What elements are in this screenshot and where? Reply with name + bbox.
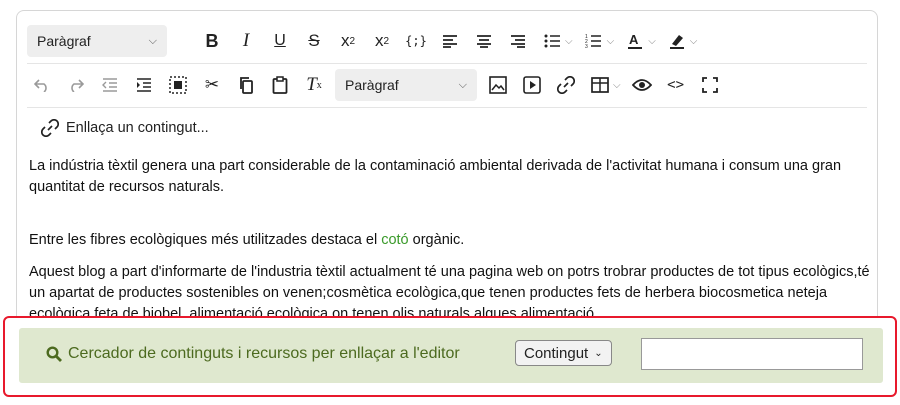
content-paragraph: La indústria tèxtil genera una part cons… <box>29 158 842 195</box>
clear-formatting-button[interactable]: Tx <box>299 70 329 100</box>
source-code-button[interactable]: <> <box>661 70 691 100</box>
chevron-down-icon[interactable]: ⌵ <box>565 36 573 47</box>
insert-link-button[interactable] <box>551 70 581 100</box>
select-all-icon <box>169 76 187 94</box>
paragraph-text: Entre les fibres ecològiques més utilitz… <box>29 232 382 248</box>
redo-button[interactable] <box>61 70 91 100</box>
search-icon <box>46 346 62 362</box>
paragraph-format-select-2[interactable]: Paràgraf ⌵ <box>335 69 477 101</box>
search-panel-background: Cercador de continguts i recursos per en… <box>19 328 883 383</box>
align-left-icon <box>443 35 457 48</box>
outdent-button[interactable] <box>95 70 125 100</box>
italic-button[interactable]: I <box>231 26 261 56</box>
cut-button[interactable]: ✂ <box>197 70 227 100</box>
underline-button[interactable]: U <box>265 26 295 56</box>
align-left-button[interactable] <box>435 26 465 56</box>
chevron-down-icon[interactable]: ⌵ <box>690 36 698 47</box>
chevron-down-icon[interactable]: ⌵ <box>613 80 621 91</box>
chevron-down-icon: ⌵ <box>458 78 467 91</box>
highlight-button[interactable] <box>662 26 692 56</box>
redo-icon <box>71 79 84 92</box>
align-center-icon <box>477 35 491 48</box>
insert-table-button[interactable] <box>585 70 615 100</box>
font-color-icon: A <box>628 32 643 49</box>
svg-text:A: A <box>629 32 639 47</box>
paragraph-text: orgànic. <box>408 232 465 248</box>
strikethrough-button[interactable]: S <box>299 26 329 56</box>
chevron-down-icon[interactable]: ⌵ <box>648 36 656 47</box>
search-label: Cercador de continguts i recursos per en… <box>46 345 460 363</box>
clipboard-icon <box>272 76 288 94</box>
align-center-button[interactable] <box>469 26 499 56</box>
align-right-icon <box>511 35 525 48</box>
select-all-button[interactable] <box>163 70 193 100</box>
fullscreen-button[interactable] <box>695 70 725 100</box>
content-type-label: Contingut <box>524 344 589 362</box>
content-paragraph: Entre les fibres ecològiques més utilitz… <box>29 230 875 251</box>
paragraph-format-label: Paràgraf <box>345 77 399 93</box>
table-icon <box>591 77 609 93</box>
toolbar-row-1: Paràgraf ⌵ B I U S x2 x2 {;} ⌵ 123 ⌵ A ⌵ <box>27 19 867 63</box>
outdent-icon <box>102 78 117 92</box>
inline-code-button[interactable]: {;} <box>401 26 431 56</box>
svg-text:3: 3 <box>585 44 588 49</box>
bold-button[interactable]: B <box>197 26 227 56</box>
image-icon <box>489 76 507 94</box>
insert-image-button[interactable] <box>483 70 513 100</box>
align-right-button[interactable] <box>503 26 533 56</box>
undo-icon <box>34 79 47 92</box>
undo-button[interactable] <box>27 70 57 100</box>
chevron-down-icon: ⌄ <box>594 347 603 359</box>
marker-icon <box>669 35 684 49</box>
font-color-button[interactable]: A <box>620 26 650 56</box>
media-play-icon <box>523 76 541 94</box>
paste-button[interactable] <box>265 70 295 100</box>
editor-content-area[interactable]: La indústria tèxtil genera una part cons… <box>29 156 875 336</box>
paragraph-format-select[interactable]: Paràgraf ⌵ <box>27 25 167 57</box>
copy-button[interactable] <box>231 70 261 100</box>
toolbar-row-2: ✂ Tx Paràgraf ⌵ ⌵ <> <box>27 63 867 107</box>
fullscreen-icon <box>701 77 718 93</box>
link-content-button[interactable]: Enllaça un contingut... <box>41 119 209 137</box>
numbered-list-button[interactable]: 123 <box>579 26 609 56</box>
cotton-link[interactable]: cotó <box>381 232 408 248</box>
bulleted-list-button[interactable] <box>537 26 567 56</box>
chevron-down-icon[interactable]: ⌵ <box>607 36 615 47</box>
eye-icon <box>631 79 652 91</box>
search-input[interactable] <box>641 338 863 370</box>
search-label-text: Cercador de continguts i recursos per en… <box>68 345 460 362</box>
indent-icon <box>137 78 151 92</box>
indent-button[interactable] <box>129 70 159 100</box>
content-search-panel: Cercador de continguts i recursos per en… <box>3 316 897 397</box>
link-icon <box>557 76 575 94</box>
toolbar-row-3: Enllaça un contingut... <box>27 107 867 149</box>
numbered-list-icon: 123 <box>585 34 602 49</box>
preview-button[interactable] <box>627 70 657 100</box>
paragraph-format-label: Paràgraf <box>37 33 91 49</box>
copy-icon <box>240 77 253 94</box>
link-icon <box>41 119 59 137</box>
superscript-button[interactable]: x2 <box>333 26 363 56</box>
subscript-button[interactable]: x2 <box>367 26 397 56</box>
content-type-select[interactable]: Contingut ⌄ <box>515 340 612 366</box>
chevron-down-icon: ⌵ <box>148 34 157 47</box>
insert-media-button[interactable] <box>517 70 547 100</box>
link-content-label: Enllaça un contingut... <box>66 120 209 136</box>
bulleted-list-icon <box>544 34 560 48</box>
